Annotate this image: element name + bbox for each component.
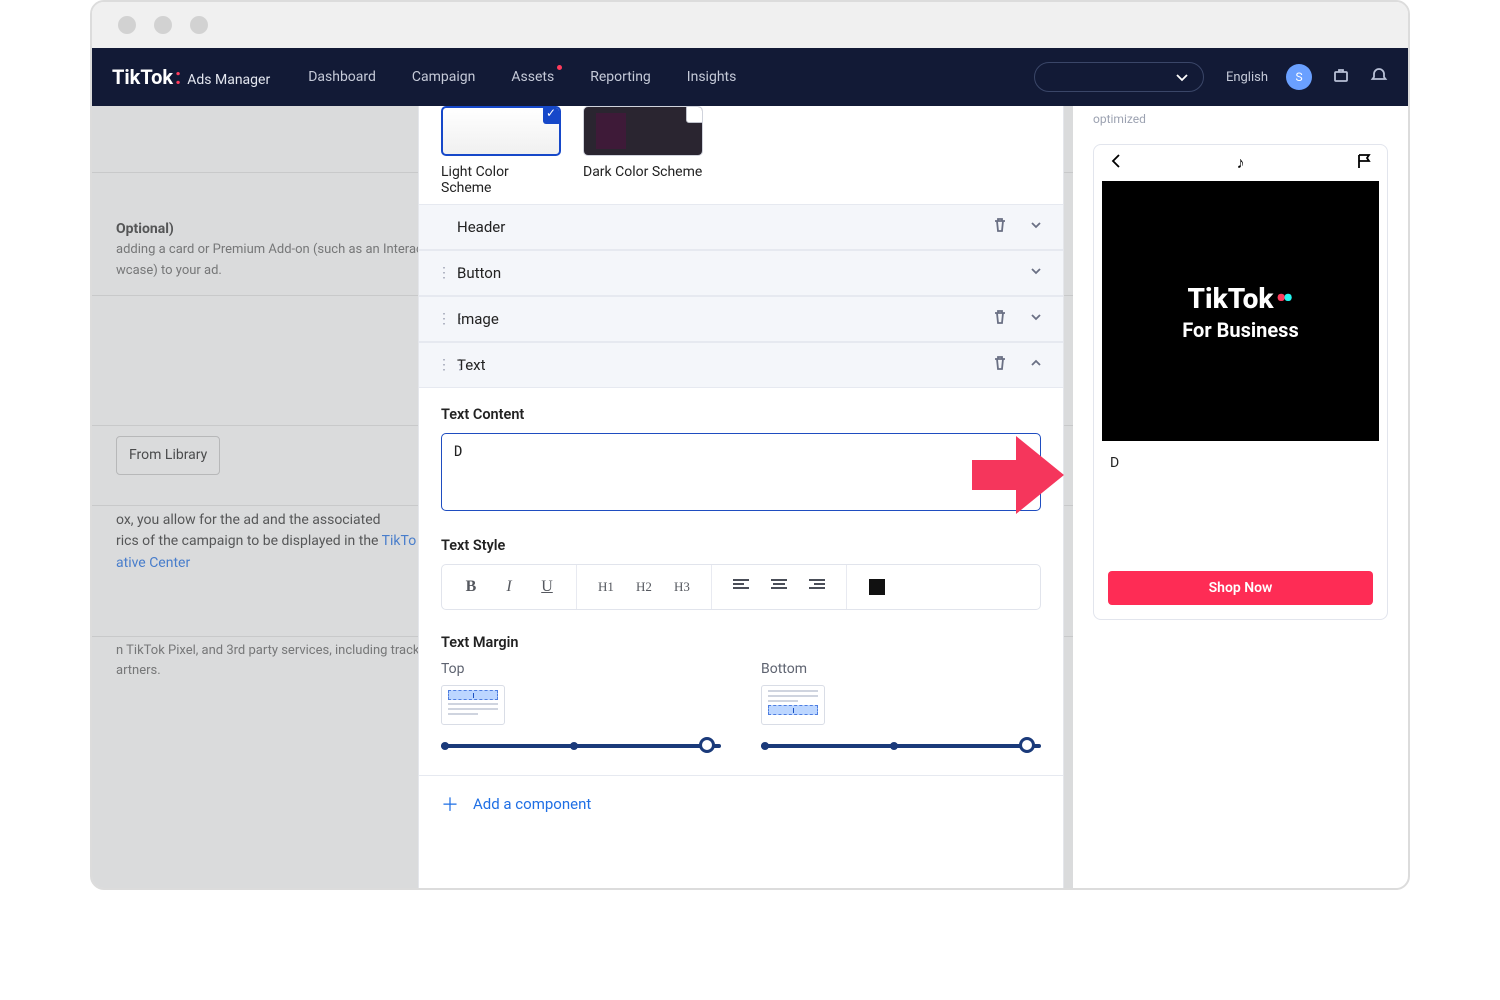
nav-insights[interactable]: Insights	[687, 69, 737, 85]
row-image[interactable]: ⋮⋮ Image	[419, 296, 1063, 342]
text-style-label: Text Style	[441, 537, 1041, 554]
scheme-light-label: Light Color Scheme	[441, 164, 561, 196]
scheme-dark-label: Dark Color Scheme	[583, 164, 703, 180]
back-chevron-icon[interactable]	[1108, 152, 1126, 174]
preview-panel: optimized ♪ TikTok•• For Business D Shop…	[1073, 106, 1408, 888]
chevron-down-icon[interactable]	[1027, 308, 1045, 330]
nav-dashboard[interactable]: Dashboard	[308, 69, 376, 85]
row-header[interactable]: Header	[419, 204, 1063, 250]
italic-button[interactable]: I	[490, 578, 528, 596]
text-color-swatch[interactable]	[869, 579, 885, 595]
check-icon	[543, 106, 561, 124]
underline-button[interactable]: U	[528, 578, 566, 596]
bold-button[interactable]: B	[452, 578, 490, 596]
margin-bottom-label: Bottom	[761, 661, 1041, 677]
brand-dot-icon: :	[175, 65, 181, 90]
checkbox-empty-icon	[686, 106, 703, 123]
tiktok-logo-icon: ♪	[1237, 153, 1245, 173]
scheme-option-dark[interactable]: Dark Color Scheme	[583, 106, 703, 196]
row-text-label: Text	[457, 356, 486, 374]
scheme-option-light[interactable]: Light Color Scheme	[441, 106, 561, 196]
margin-top-slider[interactable]	[441, 739, 721, 751]
bell-icon[interactable]	[1370, 66, 1388, 88]
browser-titlebar	[92, 2, 1408, 48]
nav-reporting[interactable]: Reporting	[590, 69, 651, 85]
row-text[interactable]: ⋮⋮ Text	[419, 342, 1063, 388]
h3-button[interactable]: H3	[663, 579, 701, 595]
chevron-up-icon[interactable]	[1027, 354, 1045, 376]
trash-icon[interactable]	[991, 308, 1009, 330]
account-selector[interactable]	[1034, 62, 1204, 92]
brand-logo: TikTok: Ads Manager	[112, 65, 270, 90]
text-content-input[interactable]	[441, 433, 1041, 511]
margin-top-preview	[441, 685, 505, 725]
margin-top-label: Top	[441, 661, 721, 677]
text-margin-label: Text Margin	[441, 634, 1041, 651]
row-image-label: Image	[457, 310, 499, 328]
h2-button[interactable]: H2	[625, 579, 663, 595]
callout-arrow-icon	[972, 436, 1068, 514]
chevron-down-icon[interactable]	[1027, 216, 1045, 238]
brand-subtitle: Ads Manager	[187, 72, 270, 88]
primary-nav: Dashboard Campaign Assets Reporting Insi…	[308, 69, 736, 85]
preview-subtitle: For Business	[1182, 318, 1298, 342]
chevron-down-icon[interactable]	[1027, 262, 1045, 284]
text-content-label: Text Content	[441, 406, 1041, 423]
align-right-button[interactable]	[798, 578, 836, 596]
brand-name: TikTok	[112, 65, 173, 89]
traffic-light-max[interactable]	[190, 16, 208, 34]
trash-icon[interactable]	[991, 216, 1009, 238]
add-component-label: Add a component	[473, 795, 591, 813]
text-style-toolbar: B I U H1 H2 H3	[441, 564, 1041, 610]
plus-icon: ＋	[441, 791, 459, 817]
margin-bottom-slider[interactable]	[761, 739, 1041, 751]
preview-status-text: optimized	[1093, 112, 1388, 126]
drag-handle-icon[interactable]: ⋮⋮	[437, 357, 451, 373]
margin-bottom-preview	[761, 685, 825, 725]
preview-body-text: D	[1094, 441, 1387, 471]
drag-handle-icon[interactable]: ⋮⋮	[437, 265, 451, 281]
nav-campaign[interactable]: Campaign	[412, 69, 475, 85]
traffic-light-close[interactable]	[118, 16, 136, 34]
align-left-button[interactable]	[722, 578, 760, 596]
avatar[interactable]: S	[1286, 64, 1312, 90]
chevron-down-icon	[1173, 68, 1191, 86]
drag-handle-icon[interactable]: ⋮⋮	[437, 311, 451, 327]
add-component-button[interactable]: ＋ Add a component	[419, 775, 1063, 831]
preview-cta-button[interactable]: Shop Now	[1108, 571, 1373, 605]
language-toggle[interactable]: English	[1226, 70, 1268, 85]
nav-assets[interactable]: Assets	[511, 69, 554, 85]
ad-creative-preview: TikTok•• For Business	[1102, 181, 1379, 441]
trash-icon[interactable]	[991, 354, 1009, 376]
row-header-label: Header	[457, 218, 505, 236]
browser-frame: TikTok: Ads Manager Dashboard Campaign A…	[90, 0, 1410, 890]
top-nav: TikTok: Ads Manager Dashboard Campaign A…	[92, 48, 1408, 106]
traffic-light-min[interactable]	[154, 16, 172, 34]
h1-button[interactable]: H1	[587, 579, 625, 595]
flag-icon[interactable]	[1355, 152, 1373, 174]
phone-preview: ♪ TikTok•• For Business D Shop Now	[1093, 144, 1388, 620]
align-center-button[interactable]	[760, 578, 798, 596]
briefcase-icon[interactable]	[1332, 66, 1350, 88]
row-button-label: Button	[457, 264, 501, 282]
row-button[interactable]: ⋮⋮ Button	[419, 250, 1063, 296]
component-editor-panel: Light Color Scheme Dark Color Scheme Hea…	[418, 106, 1064, 888]
